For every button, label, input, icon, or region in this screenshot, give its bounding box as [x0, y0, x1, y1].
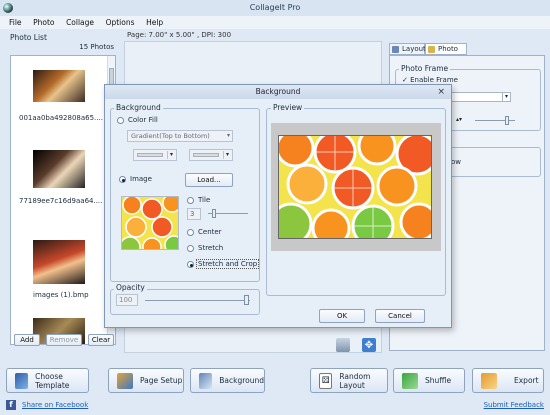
template-icon — [15, 372, 29, 389]
tile-label: Tile — [198, 196, 211, 204]
stretch-crop-radio[interactable] — [187, 261, 194, 268]
facebook-icon[interactable]: f — [6, 400, 16, 410]
export-icon — [481, 372, 497, 389]
dialog-title: Background — [255, 87, 301, 96]
image-label: Image — [130, 175, 152, 183]
citrus-thumbnail-art — [122, 197, 178, 249]
add-photo-button[interactable]: Add — [14, 334, 40, 346]
dialog-titlebar: Background — [105, 85, 451, 99]
photo-thumbnail[interactable] — [33, 240, 85, 284]
color-swatch — [193, 153, 219, 157]
page-info: Page: 7.00" x 5.00" , DPI: 300 — [127, 31, 232, 39]
share-on-facebook-link[interactable]: Share on Facebook — [22, 401, 88, 409]
background-button[interactable]: Background — [190, 368, 265, 393]
random-layout-button[interactable]: ⚄ Random Layout — [310, 368, 388, 393]
photo-count: 15 Photos — [79, 43, 114, 51]
stretch-crop-label: Stretch and Crop — [196, 259, 260, 269]
center-radio[interactable] — [187, 229, 194, 236]
spin-arrows-icon[interactable]: ▴▾ — [456, 116, 464, 124]
center-label: Center — [198, 228, 222, 236]
submit-feedback-link[interactable]: Submit Feedback — [484, 401, 544, 409]
window-titlebar: CollageIt Pro — [0, 0, 550, 16]
chevron-down-icon: ▾ — [223, 151, 231, 159]
opacity-slider[interactable] — [145, 295, 250, 305]
photo-list-panel: Photo List 15 Photos 001aa0ba492808a65..… — [4, 33, 120, 351]
background-group-label: Background — [114, 103, 163, 112]
frame-style-dropdown[interactable]: ▾ — [451, 92, 511, 102]
photo-list-title: Photo List — [10, 33, 47, 42]
frame-width-slider[interactable] — [475, 116, 515, 125]
image-radio[interactable] — [119, 176, 126, 183]
tile-count-input[interactable]: 3 — [187, 208, 201, 220]
background-dialog: Background × Background Color Fill Gradi… — [104, 84, 452, 328]
page-setup-icon — [117, 372, 133, 389]
gradient-color2-picker[interactable]: ▾ — [189, 149, 233, 161]
stretch-radio[interactable] — [187, 245, 194, 252]
export-button[interactable]: Export — [472, 368, 544, 393]
load-image-button[interactable]: Load... — [185, 173, 233, 187]
remove-photo-button[interactable]: Remove — [46, 334, 82, 346]
shuffle-button[interactable]: Shuffle — [393, 368, 465, 393]
shuffle-icon — [402, 372, 418, 389]
enable-frame-option[interactable]: ✓ Enable Frame — [402, 76, 458, 84]
close-icon[interactable]: × — [437, 87, 445, 97]
preview-image — [278, 135, 432, 239]
photo-tab-icon — [428, 46, 435, 53]
preview-label: Preview — [271, 103, 305, 112]
photo-name: 77189ee7c16d9aa64.... — [19, 197, 103, 205]
menu-photo[interactable]: Photo — [33, 16, 54, 29]
crop-tool-icon[interactable] — [336, 338, 350, 352]
stretch-label: Stretch — [198, 244, 224, 252]
tile-slider[interactable] — [208, 209, 248, 218]
tile-radio[interactable] — [187, 197, 194, 204]
window-title: CollageIt Pro — [249, 3, 301, 12]
photo-list[interactable]: 001aa0ba492808a65.... 77189ee7c16d9aa64.… — [10, 55, 116, 345]
dice-icon: ⚄ — [319, 372, 333, 389]
tab-layout[interactable]: Layout — [389, 43, 426, 55]
photo-name: images (1).bmp — [33, 291, 89, 299]
chevron-down-icon: ▾ — [502, 93, 510, 101]
gradient-select[interactable]: Gradient(Top to Bottom) ▾ — [127, 130, 233, 142]
menu-help[interactable]: Help — [146, 16, 163, 29]
slider-handle[interactable] — [505, 116, 509, 125]
background-icon — [199, 372, 213, 389]
color-swatch — [137, 153, 163, 157]
collageit-logo-icon — [3, 3, 13, 13]
menu-bar: File Photo Collage Options Help — [0, 16, 550, 29]
gradient-color1-picker[interactable]: ▾ — [133, 149, 177, 161]
clear-photos-button[interactable]: Clear — [88, 334, 114, 346]
chevron-down-icon: ▾ — [167, 151, 175, 159]
photo-frame-label: Photo Frame — [399, 64, 451, 73]
menu-collage[interactable]: Collage — [66, 16, 94, 29]
menu-options[interactable]: Options — [106, 16, 135, 29]
photo-thumbnail[interactable] — [33, 70, 85, 102]
background-image-thumbnail — [121, 196, 179, 250]
photo-thumbnail[interactable] — [33, 150, 85, 188]
color-fill-radio[interactable] — [117, 117, 124, 124]
chevron-down-icon: ▾ — [226, 132, 230, 139]
ok-button[interactable]: OK — [319, 309, 365, 323]
menu-file[interactable]: File — [9, 16, 22, 29]
citrus-preview-art — [279, 136, 431, 238]
page-setup-button[interactable]: Page Setup — [108, 368, 184, 393]
preview-area — [271, 123, 441, 251]
photo-name: 001aa0ba492808a65.... — [19, 114, 103, 122]
layout-tab-icon — [392, 46, 399, 53]
fit-window-icon[interactable]: ✥ — [362, 338, 376, 352]
opacity-group-label: Opacity — [114, 283, 147, 292]
choose-template-button[interactable]: Choose Template — [6, 368, 89, 393]
cancel-button[interactable]: Cancel — [375, 309, 425, 323]
tab-photo[interactable]: Photo — [425, 43, 467, 55]
slider-handle[interactable] — [244, 295, 249, 305]
slider-handle[interactable] — [212, 209, 216, 218]
shadow-label: ow — [451, 158, 462, 166]
color-fill-label: Color Fill — [128, 116, 158, 124]
opacity-input[interactable]: 100 — [116, 294, 138, 306]
